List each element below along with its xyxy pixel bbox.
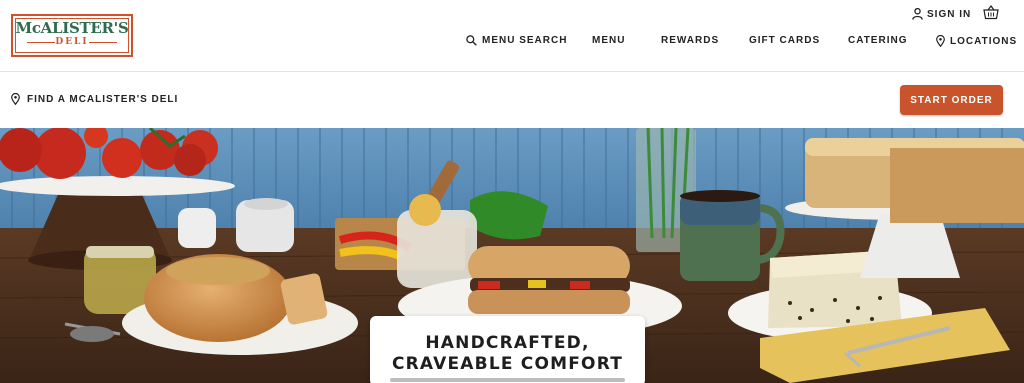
nav-rewards[interactable]: REWARDS (661, 35, 719, 46)
find-deli-link[interactable]: FIND A MCALISTER'S DELI (11, 93, 178, 105)
nav-rewards-label: REWARDS (661, 35, 720, 46)
user-icon (912, 8, 923, 20)
basket-icon (983, 5, 999, 20)
sign-in-link[interactable]: SIGN IN (912, 8, 971, 20)
nav-locations[interactable]: LOCATIONS (936, 35, 1017, 47)
nav-gift-cards[interactable]: GIFT CARDS (749, 35, 820, 46)
hero-banner: HANDCRAFTED, CRAVEABLE COMFORT (0, 128, 1024, 383)
main-nav: MENU SEARCH MENU REWARDS GIFT CARDS CATE… (0, 35, 1024, 49)
find-deli-label: FIND A MCALISTER'S DELI (27, 93, 179, 105)
start-order-button[interactable]: START ORDER (900, 85, 1003, 115)
location-pin-icon (11, 93, 20, 105)
location-bar: FIND A MCALISTER'S DELI START ORDER (0, 72, 1024, 128)
nav-menu-search-label: MENU SEARCH (482, 35, 568, 46)
basket-button[interactable] (983, 5, 999, 25)
nav-gift-cards-label: GIFT CARDS (749, 35, 821, 46)
hero-subtext-placeholder (390, 378, 625, 382)
search-icon (466, 35, 477, 46)
hero-title: HANDCRAFTED, CRAVEABLE COMFORT (391, 333, 624, 374)
nav-locations-label: LOCATIONS (950, 35, 1018, 47)
nav-menu-label: MENU (592, 35, 626, 46)
hero-headline-card: HANDCRAFTED, CRAVEABLE COMFORT (370, 316, 645, 383)
logo-wordmark: McALISTER'S (15, 19, 129, 37)
location-pin-icon (936, 35, 945, 47)
nav-menu[interactable]: MENU (592, 35, 625, 46)
nav-menu-search[interactable]: MENU SEARCH (466, 35, 567, 46)
sign-in-label: SIGN IN (927, 8, 972, 20)
site-header: McALISTER'S DELI SIGN IN MENU SEARCH MEN… (0, 0, 1024, 72)
nav-catering-label: CATERING (848, 35, 908, 46)
nav-catering[interactable]: CATERING (848, 35, 907, 46)
